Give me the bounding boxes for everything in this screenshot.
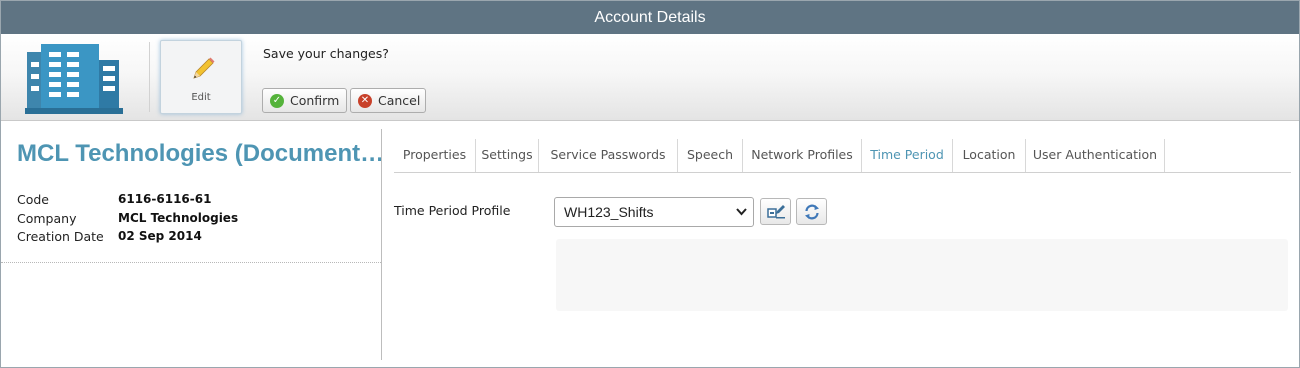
tab-bar: Properties Settings Service Passwords Sp… [394,139,1291,173]
toolbar: Edit Save your changes? ✓ Confirm ✕ Canc… [1,34,1299,121]
account-title: MCL Technologies (Document… [17,140,385,167]
pencil-icon [193,57,215,79]
time-period-profile-label: Time Period Profile [394,203,511,218]
tab-time-period[interactable]: Time Period [862,139,953,172]
code-label: Code [17,192,50,207]
tab-network-profiles[interactable]: Network Profiles [743,139,862,172]
tab-user-authentication[interactable]: User Authentication [1026,139,1165,172]
company-label: Company [17,211,77,226]
code-value: 6116-6116-61 [118,192,212,206]
creation-date-label: Creation Date [17,229,104,244]
x-circle-icon: ✕ [358,94,372,108]
cancel-button[interactable]: ✕ Cancel [350,88,426,113]
toolbar-divider [149,42,150,112]
office-building-icon [25,44,123,114]
edit-label: Edit [191,92,211,103]
tab-location[interactable]: Location [953,139,1026,172]
edit-profile-button[interactable] [760,198,791,225]
edit-button[interactable]: Edit [160,40,242,114]
save-prompt: Save your changes? [263,46,389,61]
refresh-icon [805,204,819,220]
company-value: MCL Technologies [118,211,239,225]
time-period-profile-value: WH123_Shifts [564,204,654,220]
summary-divider [1,262,381,263]
account-summary-panel: MCL Technologies (Document… Code 6116-61… [1,122,385,368]
tab-service-passwords[interactable]: Service Passwords [539,139,678,172]
window-title: Account Details [1,1,1299,34]
tab-speech[interactable]: Speech [678,139,743,172]
panel-divider [381,129,382,360]
time-period-profile-select[interactable]: WH123_Shifts [554,197,754,227]
confirm-label: Confirm [290,93,340,108]
cancel-label: Cancel [378,93,421,108]
refresh-button[interactable] [796,198,827,225]
tab-settings[interactable]: Settings [476,139,539,172]
account-details-window: Account Details Edit Save your changes? … [0,0,1300,368]
check-circle-icon: ✓ [270,94,284,108]
chevron-down-icon [736,198,747,237]
confirm-button[interactable]: ✓ Confirm [262,88,347,113]
creation-date-value: 02 Sep 2014 [118,229,202,243]
time-period-details-area [556,239,1288,311]
tab-properties[interactable]: Properties [394,139,476,172]
edit-profile-icon [767,205,785,219]
